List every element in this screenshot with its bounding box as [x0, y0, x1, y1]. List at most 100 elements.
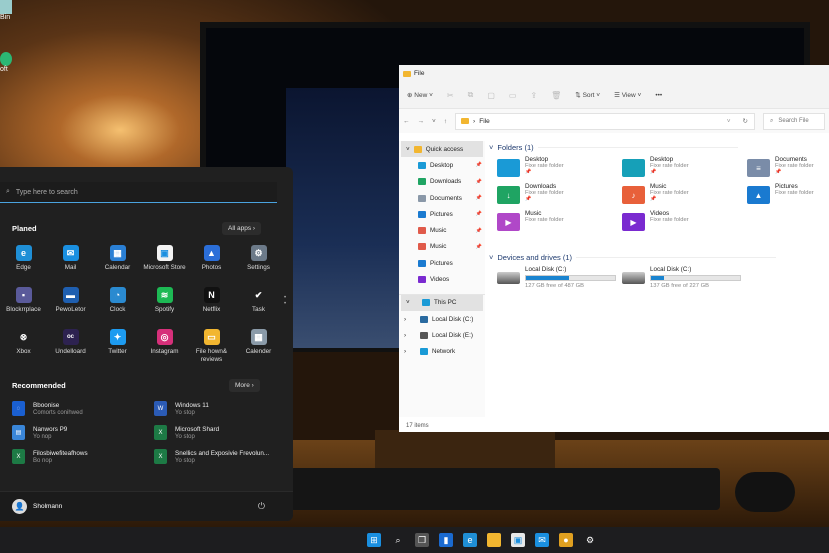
- refresh-icon[interactable]: ↻: [743, 117, 748, 125]
- nav-item[interactable]: Pictures📌: [399, 206, 485, 222]
- pinned-app[interactable]: ▣Microsoft Store: [141, 245, 188, 272]
- pinned-app[interactable]: ◎Instagram: [141, 329, 188, 364]
- calendar-icon: ▦: [110, 245, 126, 261]
- taskbar-edge-icon[interactable]: e: [463, 533, 477, 547]
- pinned-app[interactable]: ▲Photos: [188, 245, 235, 272]
- nav-item[interactable]: Music📌: [399, 222, 485, 238]
- power-icon[interactable]: ⏻: [258, 501, 265, 512]
- rename-icon[interactable]: ▭: [509, 91, 517, 100]
- forward-icon[interactable]: →: [418, 118, 425, 125]
- folder-item[interactable]: ≡DocumentsFixe rate folder📌: [747, 156, 829, 175]
- nav-item[interactable]: Videos: [399, 271, 485, 287]
- taskbar-mail-icon[interactable]: ✉: [535, 533, 549, 547]
- user-bar: 👤 Sholmann ⏻: [0, 491, 293, 521]
- avatar[interactable]: 👤: [12, 499, 27, 514]
- up-icon[interactable]: ↑: [444, 118, 447, 125]
- nav-item[interactable]: ˅This PC: [401, 295, 483, 311]
- nav-item[interactable]: Pictures: [399, 255, 485, 271]
- chevron-down-icon[interactable]: ˅: [406, 146, 410, 153]
- nav-item[interactable]: Documents📌: [399, 190, 485, 206]
- pinned-app[interactable]: ▭File hown& reviews: [188, 329, 235, 364]
- pinned-app[interactable]: ✉Mail: [47, 245, 94, 272]
- taskbar-store-icon[interactable]: ▣: [511, 533, 525, 547]
- nav-item[interactable]: ›Local Disk (E:): [399, 327, 485, 343]
- back-icon[interactable]: ←: [403, 118, 410, 125]
- recommended-item[interactable]: ▤Nanwors P9Yo nop: [12, 425, 154, 440]
- share-icon[interactable]: ⇪: [530, 91, 537, 100]
- pinned-app[interactable]: ⊗Xbox: [0, 329, 47, 364]
- pinned-app[interactable]: ᵒᶜUndelloard: [47, 329, 94, 364]
- recommended-item[interactable]: XMicrosoft ShardYo stop: [154, 425, 272, 440]
- pinned-app[interactable]: ✔Task: [235, 287, 282, 314]
- music-folder-icon: ▶: [497, 213, 520, 231]
- recommended-item[interactable]: WWindows 11Yo stop: [154, 401, 272, 416]
- all-apps-button[interactable]: All apps ›: [222, 222, 261, 235]
- title-bar[interactable]: File: [399, 65, 829, 82]
- page-dots[interactable]: ••: [284, 295, 286, 307]
- nav-item[interactable]: Music📌: [399, 239, 485, 255]
- start-search-input[interactable]: ⌕Type here to search: [0, 182, 277, 203]
- path-segment[interactable]: File: [479, 118, 489, 125]
- pinned-app[interactable]: eEdge: [0, 245, 47, 272]
- search-input[interactable]: ⌕Search File: [763, 113, 825, 130]
- recent-chevron-icon[interactable]: ˅: [432, 118, 436, 125]
- drive-item[interactable]: Local Disk (C:)137 GB free of 227 GB: [622, 266, 747, 289]
- drive-item[interactable]: Local Disk (C:)127 GB free of 487 GB: [497, 266, 622, 289]
- taskbar-start-icon[interactable]: ⊞: [367, 533, 381, 547]
- desktop-icon-recycle-bin[interactable]: Bin: [0, 0, 12, 21]
- taskbar-widgets-icon[interactable]: ▮: [439, 533, 453, 547]
- desktop-icon-edge[interactable]: oft: [0, 52, 12, 73]
- pinned-app[interactable]: ◔Clock: [94, 287, 141, 314]
- recommended-item[interactable]: XSnellics and Exposivie Frevolun...Yo st…: [154, 449, 272, 464]
- pinned-app[interactable]: ▬PewoLetor: [47, 287, 94, 314]
- folder-text: DownloadsFixe rate folder📌: [525, 183, 564, 202]
- desktop-icon-label: oft: [0, 66, 8, 73]
- taskbar-task-view-icon[interactable]: ❐: [415, 533, 429, 547]
- nav-item[interactable]: ˅Quick access: [401, 141, 483, 157]
- cut-icon[interactable]: ✂: [447, 91, 454, 100]
- user-name[interactable]: Sholmann: [33, 503, 62, 510]
- folder-item[interactable]: ▶MusicFixe rate folder: [497, 210, 622, 228]
- folders-header[interactable]: ˅ Folders (1): [489, 143, 738, 152]
- pinned-app[interactable]: ▦Calendar: [94, 245, 141, 272]
- address-bar[interactable]: ›File˅↻: [455, 113, 755, 130]
- folder-item[interactable]: DesktopFixe rate folder📌: [622, 156, 747, 175]
- more-button[interactable]: More ›: [229, 379, 260, 392]
- chevron-down-icon[interactable]: ˅: [727, 118, 731, 125]
- drives-header[interactable]: ˅ Devices and drives (1): [489, 253, 776, 262]
- taskbar-chrome-icon[interactable]: ●: [559, 533, 573, 547]
- folder-item[interactable]: ▶VideosFixe rate folder: [622, 210, 747, 228]
- taskbar-file-explorer-icon[interactable]: [487, 533, 501, 547]
- taskbar-search-icon[interactable]: ⌕: [391, 533, 405, 547]
- folder-item[interactable]: ▲PicturesFixe rate folder: [747, 183, 829, 202]
- new-button[interactable]: ⊕ New ˅: [407, 91, 433, 99]
- delete-icon[interactable]: 🗑: [551, 91, 561, 100]
- folder-item[interactable]: DesktopFixe rate folder📌: [497, 156, 622, 175]
- pinned-app[interactable]: NNetflix: [188, 287, 235, 314]
- more-options-button[interactable]: •••: [655, 92, 662, 99]
- pinned-app[interactable]: ✦Twitter: [94, 329, 141, 364]
- copy-icon[interactable]: ⧉: [468, 90, 474, 100]
- pinned-app[interactable]: ▪Blockrrplace: [0, 287, 47, 314]
- nav-item[interactable]: ›Network: [399, 344, 485, 360]
- nav-item[interactable]: ›Local Disk (C:): [399, 311, 485, 327]
- pinned-app[interactable]: ≋Spotify: [141, 287, 188, 314]
- folder-name: Downloads: [525, 183, 564, 190]
- sort-button[interactable]: ⇅ Sort ˅: [575, 91, 600, 99]
- chevron-icon[interactable]: ›: [404, 332, 416, 339]
- recommended-item[interactable]: ◌BbooniseComorts conihwed: [12, 401, 154, 416]
- folder-item[interactable]: ♪MusicFixe rate folder📌: [622, 183, 747, 202]
- chevron-icon[interactable]: ›: [404, 316, 416, 323]
- taskbar-settings-icon[interactable]: ⚙: [583, 533, 597, 547]
- view-button[interactable]: ☰ View ˅: [614, 91, 641, 99]
- recommended-subtitle: Bo nop: [33, 458, 88, 464]
- folder-item[interactable]: ↓DownloadsFixe rate folder📌: [497, 183, 622, 202]
- recommended-item[interactable]: XFilosbiwefiteafhowsBo nop: [12, 449, 154, 464]
- paste-icon[interactable]: ▢: [487, 91, 495, 100]
- chevron-icon[interactable]: ˅: [406, 299, 418, 306]
- nav-item[interactable]: Downloads📌: [399, 174, 485, 190]
- nav-item[interactable]: Desktop📌: [399, 157, 485, 173]
- chevron-icon[interactable]: ›: [404, 348, 416, 355]
- pinned-app[interactable]: ⚙Settings: [235, 245, 282, 272]
- pinned-app[interactable]: ▦Calender: [235, 329, 282, 364]
